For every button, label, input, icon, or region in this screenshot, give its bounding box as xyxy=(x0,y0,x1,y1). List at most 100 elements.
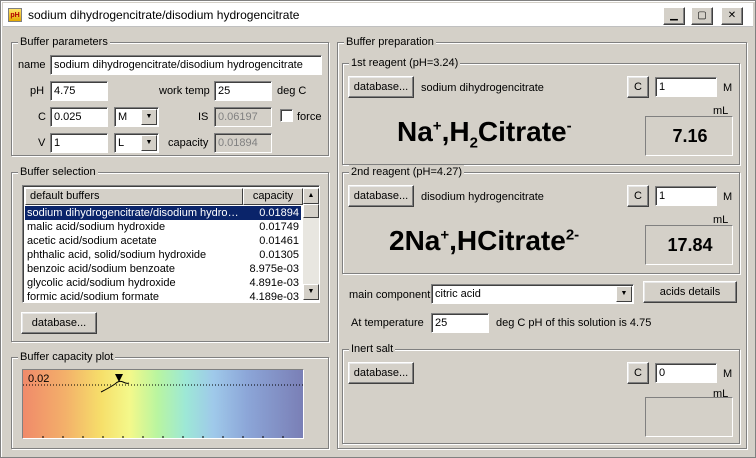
reagent2-group: 2nd reagent (pH=4.27) database... disodi… xyxy=(342,165,740,274)
inert-salt-database-button[interactable]: database... xyxy=(348,362,414,384)
list-item[interactable]: formic acid/sodium formate 4.189e-03 xyxy=(25,290,301,303)
scroll-down-button[interactable]: ▼ xyxy=(303,284,319,300)
list-scrollbar[interactable]: ▲ ▼ xyxy=(303,188,319,300)
reagent1-concentration-input[interactable]: 1 xyxy=(655,77,717,97)
buffer-capacity: 4.189e-03 xyxy=(249,291,299,303)
at-temperature-label: At temperature xyxy=(351,317,424,329)
minimize-button[interactable]: ▁ xyxy=(663,7,685,25)
plot-canvas xyxy=(23,374,303,438)
force-checkbox[interactable] xyxy=(280,109,293,122)
maximize-button[interactable]: ▢ xyxy=(691,7,713,25)
ph-input[interactable]: 4.75 xyxy=(50,81,108,101)
column-capacity[interactable]: capacity xyxy=(243,188,303,205)
reagent2-volume: 17.84 xyxy=(667,235,713,255)
capacity-curve xyxy=(100,380,130,393)
concentration-unit-select[interactable]: M ▼ xyxy=(114,107,159,127)
arrow-down-icon: ▼ xyxy=(307,288,315,295)
inert-salt-concentration-input[interactable]: 0 xyxy=(655,363,717,383)
column-default-buffers[interactable]: default buffers xyxy=(25,188,243,205)
is-label: IS xyxy=(198,111,209,123)
close-icon: ✕ xyxy=(727,10,737,21)
capacity-label: capacity xyxy=(168,137,209,149)
chevron-down-icon[interactable]: ▼ xyxy=(141,135,157,151)
inert-salt-c-button[interactable]: C xyxy=(627,362,649,384)
name-input[interactable]: sodium dihydrogencitrate/disodium hydrog… xyxy=(50,55,322,75)
volume-input[interactable]: 1 xyxy=(50,133,108,153)
volume-unit-select[interactable]: L ▼ xyxy=(114,133,159,153)
buffer-preparation-legend: Buffer preparation xyxy=(344,35,436,49)
reagent2-formula: 2Na+,HCitrate2- xyxy=(389,225,580,256)
arrow-up-icon: ▲ xyxy=(307,192,315,199)
reagent1-database-button[interactable]: database... xyxy=(348,76,414,98)
buffer-database-button[interactable]: database... xyxy=(21,312,97,334)
reagent1-legend: 1st reagent (pH=3.24) xyxy=(349,56,461,70)
reagent1-group: 1st reagent (pH=3.24) database... sodium… xyxy=(342,56,740,165)
list-item[interactable]: glycolic acid/sodium hydroxide 4.891e-03 xyxy=(25,276,301,290)
concentration-unit-value: M xyxy=(118,111,128,123)
reagent1-conc-unit: M xyxy=(723,82,733,94)
main-component-label: main component xyxy=(349,289,431,301)
buffer-selection-group: Buffer selection default buffers capacit… xyxy=(11,165,329,342)
list-item[interactable]: sodium dihydrogencitrate/disodium hydrog… xyxy=(25,206,301,220)
buffer-list[interactable]: default buffers capacity sodium dihydrog… xyxy=(22,185,320,303)
ph-label: pH xyxy=(30,85,45,97)
ph-marker-icon[interactable] xyxy=(115,374,123,382)
chevron-down-icon[interactable]: ▼ xyxy=(616,286,632,302)
capacity-plot-legend: Buffer capacity plot xyxy=(18,350,116,364)
app-window: pH sodium dihydrogencitrate/disodium hyd… xyxy=(0,0,756,458)
reagent2-name: disodium hydrogencitrate xyxy=(421,191,544,203)
main-component-select[interactable]: citric acid ▼ xyxy=(431,284,634,304)
reagent1-formula: Na+,H2Citrate- xyxy=(397,116,572,152)
title-bar: pH sodium dihydrogencitrate/disodium hyd… xyxy=(3,3,753,27)
work-temp-input[interactable]: 25 xyxy=(214,81,272,101)
list-item[interactable]: phthalic acid, solid/sodium hydroxide 0.0… xyxy=(25,248,301,262)
reagent1-name: sodium dihydrogencitrate xyxy=(421,82,544,94)
temperature-input[interactable]: 25 xyxy=(431,313,489,333)
buffer-capacity: 0.01749 xyxy=(259,221,299,233)
buffer-capacity: 0.01894 xyxy=(259,207,299,219)
reagent1-volume-panel: 7.16 xyxy=(645,116,733,156)
reagent2-database-button[interactable]: database... xyxy=(348,185,414,207)
buffer-preparation-group: Buffer preparation 1st reagent (pH=3.24)… xyxy=(337,35,747,449)
concentration-input[interactable]: 0.025 xyxy=(50,107,108,127)
buffer-name: sodium dihydrogencitrate/disodium hydrog… xyxy=(27,207,241,219)
reagent2-volume-panel: 17.84 xyxy=(645,225,733,265)
main-component-value: citric acid xyxy=(435,288,481,300)
buffer-capacity: 0.01461 xyxy=(259,235,299,247)
c-label: C xyxy=(38,111,46,123)
buffer-capacity: 4.891e-03 xyxy=(249,277,299,289)
buffer-name: formic acid/sodium formate xyxy=(27,291,160,303)
reagent2-legend: 2nd reagent (pH=4.27) xyxy=(349,165,464,179)
reagent2-conc-unit: M xyxy=(723,191,733,203)
inert-salt-group: Inert salt database... C 0 M mL xyxy=(342,342,740,444)
volume-unit-value: L xyxy=(118,137,125,149)
close-button[interactable]: ✕ xyxy=(721,7,743,25)
buffer-name: benzoic acid/sodium benzoate xyxy=(27,263,175,275)
list-item[interactable]: malic acid/sodium hydroxide 0.01749 xyxy=(25,220,301,234)
buffer-selection-legend: Buffer selection xyxy=(18,165,98,179)
list-item[interactable]: acetic acid/sodium acetate 0.01461 xyxy=(25,234,301,248)
list-item[interactable]: benzoic acid/sodium benzoate 8.975e-03 xyxy=(25,262,301,276)
buffer-name: acetic acid/sodium acetate xyxy=(27,235,157,247)
v-label: V xyxy=(38,137,46,149)
reagent1-c-button[interactable]: C xyxy=(627,76,649,98)
capacity-plot[interactable]: 0.02 xyxy=(22,369,304,439)
window-title: sodium dihydrogencitrate/disodium hydrog… xyxy=(28,8,300,22)
scroll-thumb[interactable] xyxy=(303,204,319,218)
chevron-down-icon[interactable]: ▼ xyxy=(141,109,157,125)
x-axis-ticks xyxy=(42,436,284,438)
scroll-up-button[interactable]: ▲ xyxy=(303,188,319,204)
reagent2-c-button[interactable]: C xyxy=(627,185,649,207)
buffer-parameters-group: Buffer parameters name sodium dihydrogen… xyxy=(11,35,329,156)
acids-details-button[interactable]: acids details xyxy=(643,281,737,303)
work-temp-unit: deg C xyxy=(277,85,307,97)
reagent2-concentration-input[interactable]: 1 xyxy=(655,186,717,206)
capacity-plot-group: Buffer capacity plot 0.02 xyxy=(11,350,329,449)
buffer-name: glycolic acid/sodium hydroxide xyxy=(27,277,176,289)
name-label: name xyxy=(18,59,46,71)
solution-ph-text: deg C pH of this solution is 4.75 xyxy=(496,317,652,329)
buffer-name: phthalic acid, solid/sodium hydroxide xyxy=(27,249,207,261)
buffer-capacity: 0.01305 xyxy=(259,249,299,261)
inert-salt-volume-panel xyxy=(645,397,733,437)
buffer-parameters-legend: Buffer parameters xyxy=(18,35,110,49)
